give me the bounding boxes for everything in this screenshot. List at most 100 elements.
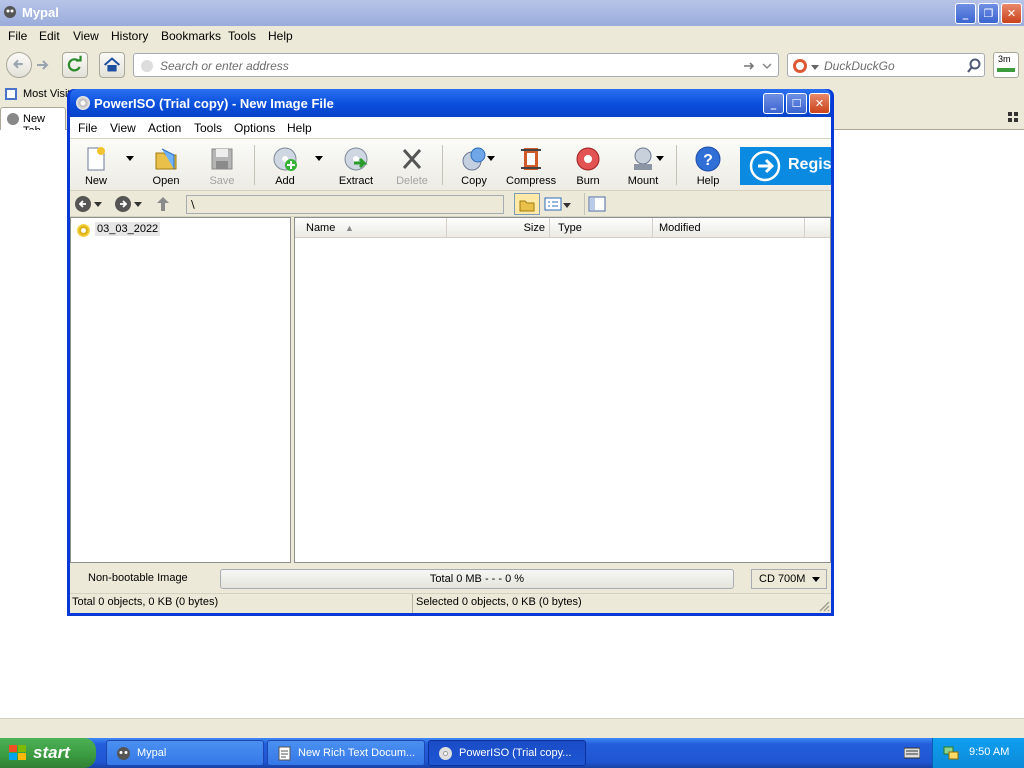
- tab-new-tab[interactable]: New Tab: [0, 107, 66, 137]
- add-dropdown-icon[interactable]: [314, 153, 324, 163]
- reload-button[interactable]: [62, 52, 88, 78]
- menu-file[interactable]: File: [78, 121, 97, 135]
- capacity-dropdown-icon: [812, 577, 820, 582]
- menu-tools[interactable]: Tools: [194, 121, 222, 135]
- poweriso-titlebar[interactable]: PowerISO (Trial copy) - New Image File _…: [70, 89, 831, 117]
- mount-label: Mount: [627, 175, 659, 187]
- extract-button[interactable]: Extract: [334, 141, 378, 189]
- copy-dropdown-icon[interactable]: [486, 153, 496, 163]
- start-button[interactable]: start: [0, 738, 96, 768]
- browser-close-button[interactable]: ✕: [1001, 3, 1022, 24]
- usage-text: Total 0 MB - - - 0 %: [429, 573, 525, 585]
- home-button[interactable]: [99, 52, 125, 78]
- path-field[interactable]: \: [186, 195, 504, 214]
- browser-titlebar[interactable]: Mypal _ ❐ ✕: [0, 0, 1024, 26]
- delete-button[interactable]: Delete: [390, 141, 434, 189]
- copy-button[interactable]: Copy: [454, 141, 494, 189]
- task-rich-text[interactable]: New Rich Text Docum...: [267, 740, 425, 766]
- column-name[interactable]: Name ▲: [295, 218, 447, 238]
- back-dropdown-icon[interactable]: [94, 200, 102, 208]
- view-dropdown-icon: [563, 203, 571, 208]
- poweriso-close-button[interactable]: ✕: [809, 93, 830, 114]
- new-button[interactable]: New: [76, 141, 116, 189]
- panel-layout-icon[interactable]: [588, 195, 606, 213]
- up-folder-icon[interactable]: [154, 195, 172, 213]
- browser-menu-history[interactable]: History: [111, 29, 148, 43]
- column-size[interactable]: Size: [447, 218, 550, 238]
- poweriso-maximize-button[interactable]: ☐: [786, 93, 807, 114]
- start-label: start: [33, 743, 70, 762]
- delete-label: Delete: [396, 175, 428, 187]
- save-disk-icon: [211, 148, 233, 170]
- forward-dropdown-icon[interactable]: [134, 200, 142, 208]
- bookmark-most-visited[interactable]: Most Visit: [23, 88, 70, 100]
- forward-button[interactable]: [32, 54, 54, 76]
- browse-folder-button[interactable]: [514, 193, 540, 215]
- browser-menu-edit[interactable]: Edit: [39, 29, 60, 43]
- capacity-value: CD 700M: [759, 573, 806, 585]
- resize-grip-icon[interactable]: [818, 600, 830, 612]
- engine-dropdown-icon[interactable]: [811, 63, 819, 71]
- column-modified[interactable]: Modified: [653, 218, 805, 238]
- keyboard-icon[interactable]: [904, 747, 920, 759]
- toolbar-separator: [676, 145, 677, 185]
- go-arrow-icon[interactable]: [742, 59, 756, 73]
- delete-x-icon: [402, 149, 422, 169]
- compress-button[interactable]: Compress: [506, 141, 556, 189]
- help-button[interactable]: ? Help: [688, 141, 728, 189]
- browser-menu-file[interactable]: File: [8, 29, 27, 43]
- view-mode-button[interactable]: [544, 195, 572, 213]
- forward-icon[interactable]: [114, 195, 132, 213]
- bookmark-folder-icon: [5, 88, 17, 100]
- grid-menu-icon[interactable]: [1008, 112, 1018, 122]
- status-divider: [412, 594, 413, 613]
- task-rich-text-label: New Rich Text Docum...: [298, 747, 416, 759]
- new-dropdown-icon[interactable]: [125, 153, 135, 163]
- address-bar[interactable]: Search or enter address: [133, 53, 779, 77]
- browser-minimize-button[interactable]: _: [955, 3, 976, 24]
- image-status-bar: Non-bootable Image Total 0 MB - - - 0 % …: [70, 564, 831, 592]
- column-type[interactable]: Type: [550, 218, 653, 238]
- register-label: Regis: [788, 156, 831, 173]
- poweriso-minimize-button[interactable]: _: [763, 93, 784, 114]
- tree-item-label: 03_03_2022: [95, 222, 161, 236]
- task-poweriso[interactable]: PowerISO (Trial copy...: [428, 740, 586, 766]
- task-poweriso-label: PowerISO (Trial copy...: [459, 747, 572, 759]
- back-button[interactable]: [6, 52, 32, 78]
- search-bar[interactable]: DuckDuckGo: [787, 53, 985, 77]
- back-icon[interactable]: [74, 195, 92, 213]
- network-icon[interactable]: [943, 745, 959, 761]
- browser-restore-button[interactable]: ❐: [978, 3, 999, 24]
- folder-tree[interactable]: 03_03_2022: [70, 217, 291, 563]
- new-file-icon: [87, 147, 105, 171]
- capacity-select[interactable]: CD 700M: [751, 569, 827, 589]
- home-icon: [103, 57, 121, 72]
- mount-dropdown-icon[interactable]: [655, 153, 665, 163]
- browser-menu-bookmarks[interactable]: Bookmarks: [161, 29, 221, 43]
- browser-menu-view[interactable]: View: [73, 29, 99, 43]
- save-button[interactable]: Save: [202, 141, 242, 189]
- file-list[interactable]: Name ▲ Size Type Modified: [294, 217, 831, 563]
- addon-button[interactable]: 3m: [993, 52, 1019, 78]
- mount-button[interactable]: Mount: [621, 141, 665, 189]
- menu-help[interactable]: Help: [287, 121, 312, 135]
- svg-text:?: ?: [703, 152, 713, 169]
- add-button[interactable]: Add: [265, 141, 305, 189]
- address-separator: [584, 193, 585, 215]
- selection-status-bar: Total 0 objects, 0 KB (0 bytes) Selected…: [70, 593, 831, 613]
- poweriso-menubar: File View Action Tools Options Help: [70, 117, 831, 139]
- menu-action[interactable]: Action: [148, 121, 181, 135]
- menu-view[interactable]: View: [110, 121, 136, 135]
- browser-menu-help[interactable]: Help: [268, 29, 293, 43]
- addon-bar-icon: [997, 68, 1015, 72]
- task-mypal[interactable]: Mypal: [106, 740, 264, 766]
- search-icon[interactable]: [966, 58, 982, 74]
- register-button[interactable]: Regis: [740, 147, 831, 185]
- dropdown-icon[interactable]: [762, 61, 772, 71]
- open-button[interactable]: Open: [146, 141, 186, 189]
- clock: 9:50 AM: [969, 746, 1010, 758]
- compress-label: Compress: [506, 175, 557, 187]
- menu-options[interactable]: Options: [234, 121, 275, 135]
- browser-menu-tools[interactable]: Tools: [228, 29, 256, 43]
- burn-button[interactable]: Burn: [568, 141, 608, 189]
